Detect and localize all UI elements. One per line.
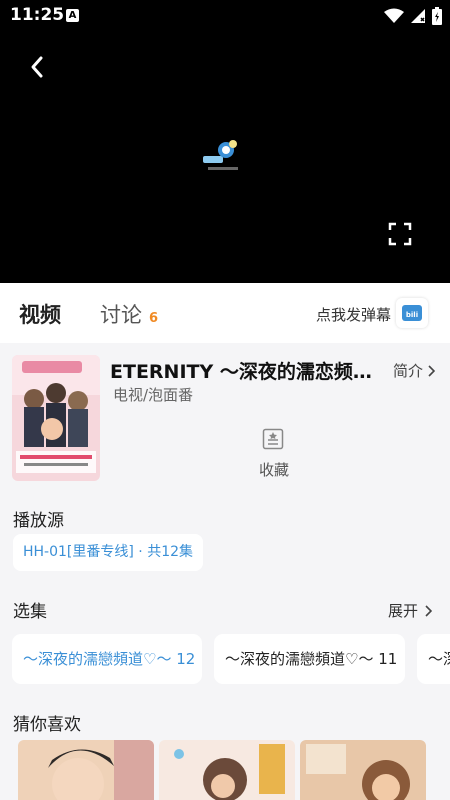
svg-text:bili: bili xyxy=(406,311,418,319)
recommend-card[interactable] xyxy=(300,740,426,800)
back-arrow-icon[interactable] xyxy=(26,52,48,82)
loading-snail-icon xyxy=(203,140,238,170)
discuss-count-badge: 6 xyxy=(149,311,159,326)
recommend-card[interactable] xyxy=(18,740,154,800)
source-heading: 播放源 xyxy=(13,511,64,531)
notification-a-icon: A xyxy=(66,9,79,22)
tab-video[interactable]: 视频 xyxy=(19,299,61,329)
recommend-heading: 猜你喜欢 xyxy=(13,715,81,735)
episodes-heading: 选集 xyxy=(13,602,47,622)
favorite-icon[interactable] xyxy=(262,428,284,450)
chevron-right-icon xyxy=(428,364,436,377)
send-danmaku-button[interactable]: 点我发弹幕 xyxy=(316,304,391,325)
status-time: 11:25 xyxy=(10,5,65,25)
expand-button[interactable]: 展开 xyxy=(388,600,433,621)
recommend-card[interactable] xyxy=(159,740,295,800)
anime-poster[interactable] xyxy=(12,355,100,481)
intro-label: 简介 xyxy=(393,362,424,380)
wifi-icon xyxy=(384,8,404,23)
signal-icon xyxy=(411,9,425,23)
anime-genre: 电视/泡面番 xyxy=(113,386,194,404)
episode-item[interactable]: ～深夜的濡戀頻道♡～ 12 xyxy=(12,634,202,684)
favorite-label[interactable]: 收藏 xyxy=(259,459,289,480)
status-bar: 11:25 A xyxy=(0,0,450,32)
bilibili-icon[interactable]: bili xyxy=(396,298,428,328)
chevron-right-icon xyxy=(425,604,433,617)
video-player[interactable]: 11:25 A xyxy=(0,0,450,283)
anime-title: ETERNITY ～深夜的濡恋频道～ xyxy=(110,361,386,383)
tab-discuss[interactable]: 讨论 xyxy=(100,299,142,329)
expand-label: 展开 xyxy=(388,602,419,620)
episode-item[interactable]: ～深夜的濡戀頻道♡～ 11 xyxy=(214,634,405,684)
battery-icon xyxy=(432,7,442,25)
fullscreen-icon[interactable] xyxy=(388,222,412,246)
tab-bar: 视频 讨论 6 点我发弹幕 bili xyxy=(0,283,450,343)
source-chip[interactable]: HH-01[里番专线] · 共12集 xyxy=(13,534,204,571)
system-icons xyxy=(384,7,442,25)
intro-link[interactable]: 简介 xyxy=(393,360,436,381)
episode-item[interactable]: ～深 xyxy=(417,634,450,684)
